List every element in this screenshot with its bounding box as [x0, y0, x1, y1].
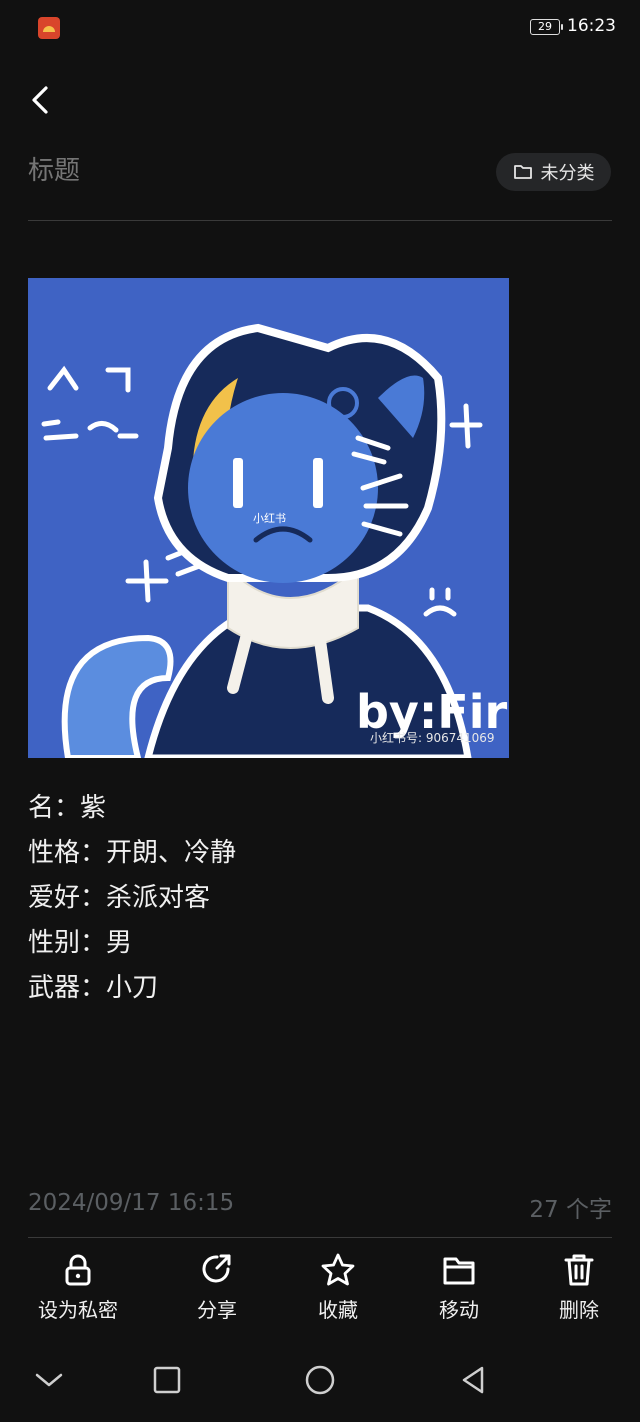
category-button[interactable]: 未分类: [496, 153, 611, 191]
delete-button[interactable]: 删除: [519, 1252, 639, 1332]
set-private-button[interactable]: 设为私密: [18, 1252, 138, 1332]
folder-icon: [513, 165, 532, 179]
status-bar: 29 16:23: [0, 0, 640, 56]
app-notification-icon: [38, 17, 60, 39]
circle-icon: [305, 1365, 335, 1395]
share-label: 分享: [197, 1298, 237, 1322]
nav-home-button[interactable]: [295, 1355, 345, 1405]
move-button[interactable]: 移动: [399, 1252, 519, 1332]
favorite-button[interactable]: 收藏: [278, 1252, 398, 1332]
chevron-left-icon: [32, 86, 48, 114]
clock: 16:23: [567, 16, 616, 36]
divider: [28, 1237, 612, 1238]
note-illustration[interactable]: 小红书 by:Fire 小红书号: 906741069: [28, 278, 509, 758]
note-line-personality: 性格：开朗、冷静: [28, 838, 237, 868]
set-private-label: 设为私密: [38, 1298, 118, 1322]
folder-icon: [443, 1257, 475, 1285]
nav-hide-keyboard-button[interactable]: [24, 1355, 74, 1405]
title-input[interactable]: [28, 156, 428, 186]
image-watermark-small: 小红书: [253, 512, 286, 525]
note-date: 2024/09/17 16:15: [28, 1190, 235, 1216]
char-count: 27 个字: [529, 1197, 612, 1223]
back-button[interactable]: [24, 80, 60, 120]
note-line-hobby: 爱好：杀派对客: [28, 883, 211, 913]
nav-back-button[interactable]: [448, 1355, 498, 1405]
share-button[interactable]: 分享: [157, 1252, 277, 1332]
share-icon: [202, 1254, 231, 1283]
trash-icon: [564, 1254, 594, 1286]
note-line-weapon: 武器：小刀: [28, 973, 159, 1003]
square-icon: [153, 1366, 181, 1394]
nav-recents-button[interactable]: [142, 1355, 192, 1405]
lock-icon: [65, 1254, 91, 1286]
image-watermark-id: 小红书号: 906741069: [370, 730, 495, 745]
chevron-down-icon: [35, 1373, 63, 1387]
favorite-label: 收藏: [318, 1298, 358, 1322]
note-line-name: 名：紫: [28, 793, 107, 823]
delete-label: 删除: [559, 1298, 599, 1322]
triangle-back-icon: [462, 1366, 484, 1394]
battery-indicator: 29: [530, 19, 563, 35]
move-label: 移动: [439, 1298, 479, 1322]
category-label: 未分类: [540, 163, 595, 184]
note-line-gender: 性别：男: [28, 928, 133, 958]
star-icon: [321, 1253, 355, 1286]
note-body[interactable]: 名：紫 性格：开朗、冷静 爱好：杀派对客 性别：男 武器：小刀: [28, 786, 612, 1011]
divider: [28, 220, 612, 221]
